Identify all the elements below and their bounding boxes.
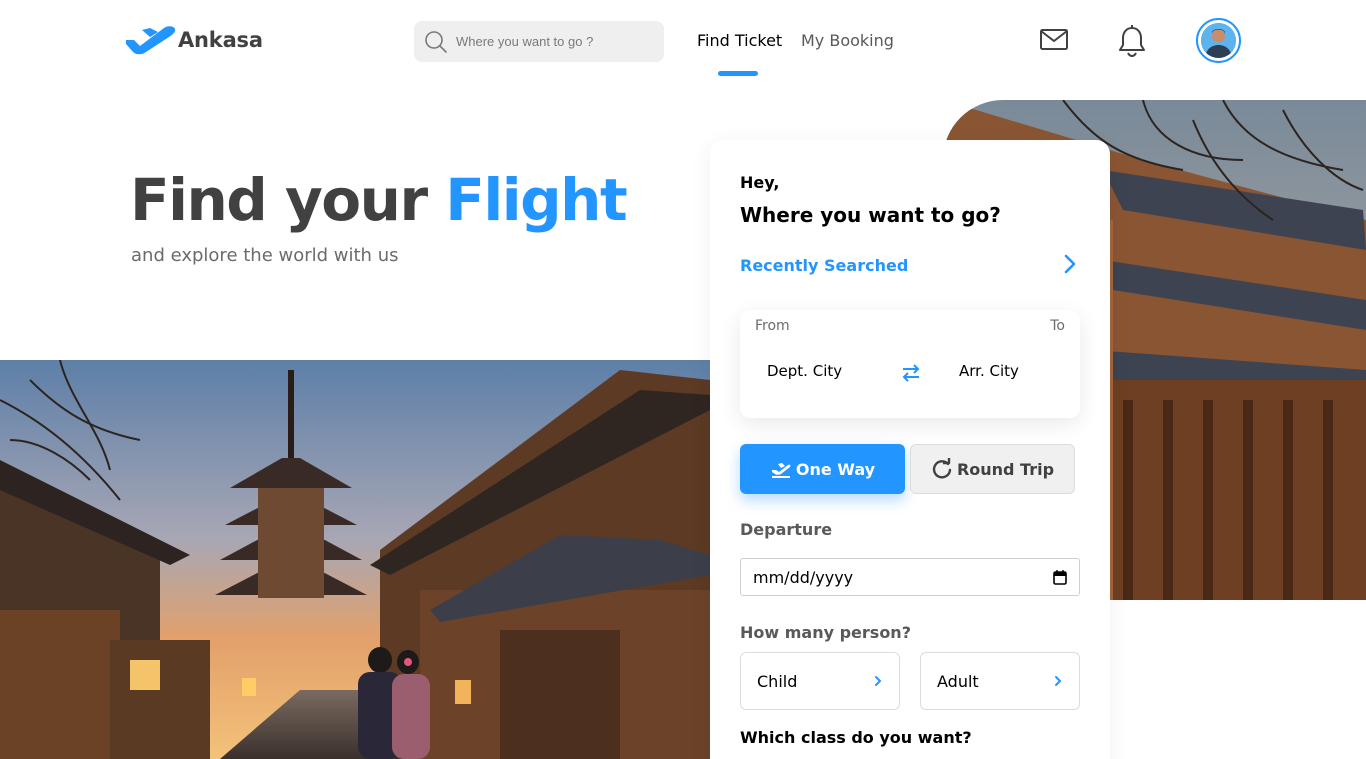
departure-date-input[interactable]: mm/dd/yyyy (740, 558, 1080, 596)
recently-searched-chevron[interactable] (1060, 253, 1080, 279)
adult-count-select[interactable]: Adult (920, 652, 1080, 710)
departure-city-select[interactable]: Dept. City (767, 362, 842, 380)
hero-title-accent: Flight (445, 166, 627, 234)
plane-takeoff-icon (771, 463, 791, 478)
date-placeholder: mm/dd/yyyy (753, 567, 854, 587)
from-label: From (755, 318, 790, 334)
hero-title-main: Find your (130, 166, 446, 234)
route-selector: From To Dept. City Arr. City (740, 310, 1080, 418)
chevron-right-icon (875, 676, 882, 686)
departure-label: Departure (740, 520, 833, 539)
plane-logo-icon (126, 26, 176, 55)
child-label: Child (757, 671, 798, 691)
hero-title: Find your Flight (130, 166, 628, 234)
avatar-image (1201, 23, 1236, 58)
class-label: Which class do you want? (740, 728, 972, 747)
child-count-select[interactable]: Child (740, 652, 900, 710)
mail-button[interactable] (1039, 27, 1069, 57)
search-input[interactable] (456, 34, 656, 49)
chevron-right-icon (1055, 676, 1062, 686)
bell-icon (1119, 25, 1145, 58)
nav-my-booking[interactable]: My Booking (801, 31, 894, 50)
search-bar[interactable] (414, 21, 664, 62)
swap-cities-button[interactable] (901, 363, 921, 387)
nav-active-indicator (718, 71, 758, 76)
greeting: Hey, (740, 173, 780, 192)
person-count-label: How many person? (740, 623, 911, 642)
hero-subtitle: and explore the world with us (131, 245, 399, 266)
one-way-label: One Way (795, 459, 876, 479)
user-avatar[interactable] (1196, 18, 1241, 63)
adult-label: Adult (937, 671, 979, 691)
chevron-right-icon (1064, 254, 1076, 274)
round-trip-label: Round Trip (956, 459, 1055, 479)
brand-name: Ankasa (178, 28, 263, 52)
one-way-button[interactable]: One Way (740, 444, 905, 494)
search-icon (425, 30, 447, 53)
nav-find-ticket[interactable]: Find Ticket (697, 31, 782, 50)
recently-searched-link[interactable]: Recently Searched (740, 256, 908, 275)
swap-arrows-icon (902, 364, 920, 382)
flight-search-card: Hey, Where you want to go? Recently Sear… (710, 140, 1110, 759)
to-label: To (1050, 318, 1065, 334)
notification-button[interactable] (1116, 24, 1148, 62)
calendar-icon[interactable] (1053, 569, 1067, 585)
destination-photo-left (0, 360, 710, 759)
mail-icon (1040, 29, 1068, 50)
brand-logo[interactable]: Ankasa (124, 22, 263, 58)
arrival-city-select[interactable]: Arr. City (959, 362, 1019, 380)
card-question: Where you want to go? (740, 203, 1001, 227)
refresh-icon (932, 458, 952, 479)
round-trip-button[interactable]: Round Trip (910, 444, 1075, 494)
